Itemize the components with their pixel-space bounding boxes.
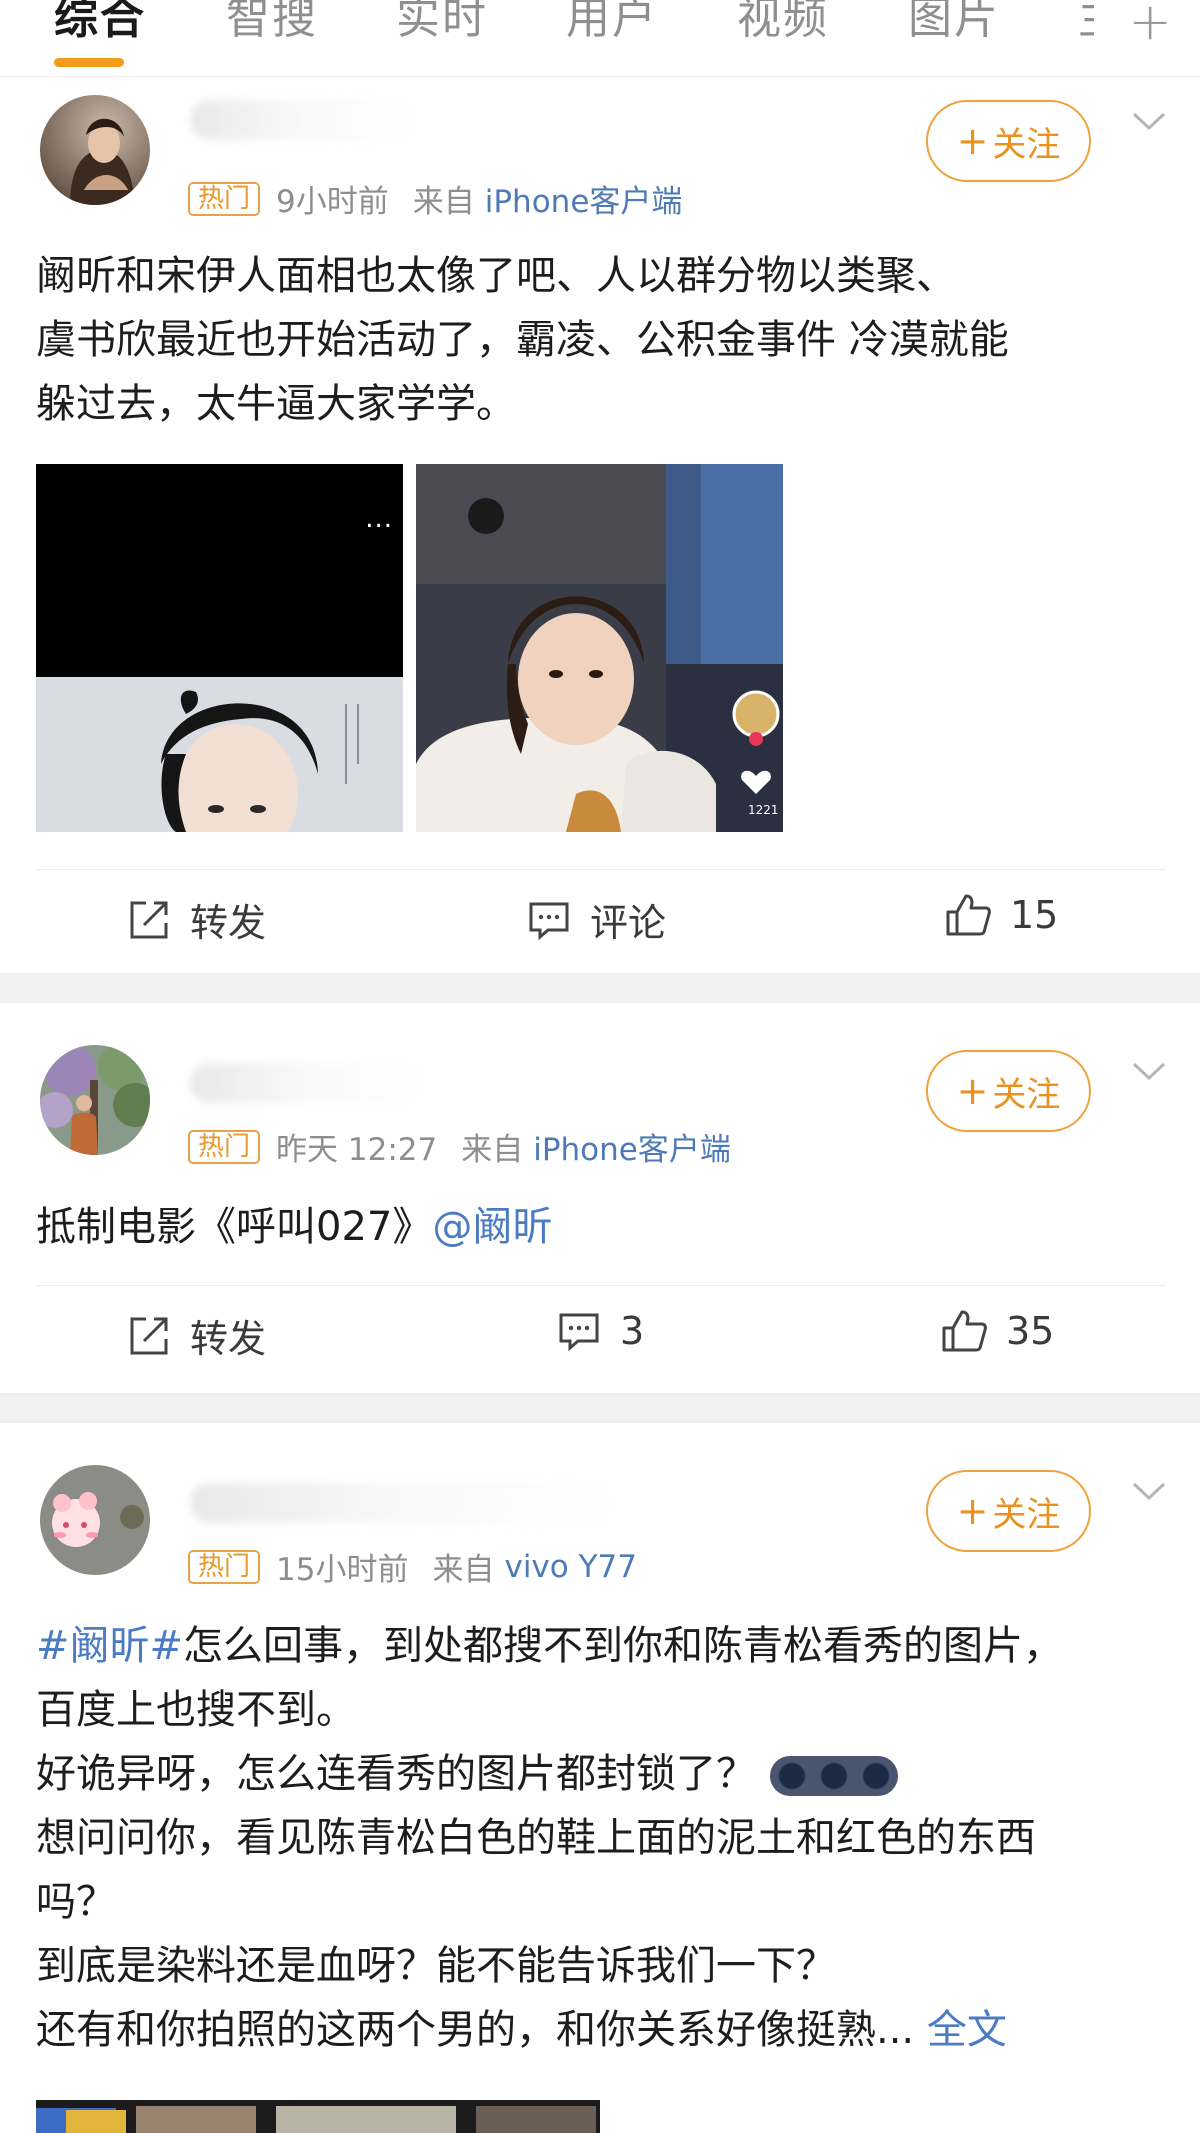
- likes-count-overlay: 1221: [748, 803, 779, 817]
- active-tab-indicator: [54, 58, 124, 67]
- action-bar: 转发 评论 15: [36, 869, 1166, 969]
- hashtag-link[interactable]: #阚昕#: [36, 1623, 183, 1669]
- post-image-2[interactable]: 1221: [416, 464, 783, 832]
- post-meta: 热门 昨天 12:27 来自 iPhone客户端: [188, 1124, 731, 1169]
- chevron-down-icon[interactable]: [1130, 1472, 1168, 1510]
- post-text: 抵制电影《呼叫027》@阚昕: [36, 1204, 553, 1250]
- tab-users[interactable]: 用户: [566, 0, 658, 46]
- like-button[interactable]: 35: [940, 1308, 1054, 1354]
- source-prefix: 来自: [461, 1132, 524, 1168]
- post-source[interactable]: vivo Y77: [504, 1549, 637, 1585]
- avatar[interactable]: [40, 1465, 150, 1575]
- tab-videos[interactable]: 视频: [737, 0, 829, 46]
- search-tab-bar: 综合 智搜 实时 用户 视频 图片 主 +: [0, 0, 1200, 77]
- post-source[interactable]: iPhone客户端: [533, 1124, 731, 1169]
- chevron-down-icon[interactable]: [1130, 1052, 1168, 1090]
- mention-link[interactable]: @阚昕: [432, 1204, 552, 1250]
- post-source[interactable]: iPhone客户端: [485, 176, 683, 221]
- comment-icon: [529, 902, 569, 940]
- post-text: #阚昕#怎么回事，到处都搜不到你和陈青松看秀的图片， 百度上也搜不到。 好诡异呀…: [36, 1623, 1064, 2053]
- chevron-down-icon[interactable]: [1130, 102, 1168, 140]
- post-meta: 热门 9小时前 来自 iPhone客户端: [188, 176, 682, 221]
- tab-smart-search[interactable]: 智搜: [226, 0, 318, 46]
- action-bar: 转发 3 35: [36, 1285, 1166, 1385]
- emoji-blurred: [770, 1756, 898, 1796]
- post-card-3: 热门 15小时前 来自 vivo Y77 + 关注 #阚昕#怎么回事，到处都搜不到…: [0, 1423, 1200, 2133]
- plus-icon: +: [956, 1069, 989, 1113]
- repost-button[interactable]: 转发: [126, 1308, 266, 1363]
- repost-button[interactable]: 转发: [126, 892, 266, 947]
- full-text-link[interactable]: 全文: [927, 2007, 1007, 2053]
- follow-button[interactable]: + 关注: [926, 1470, 1091, 1552]
- hot-badge: 热门: [188, 181, 261, 216]
- tab-realtime[interactable]: 实时: [396, 0, 488, 46]
- thumbs-up-icon: [942, 1310, 987, 1352]
- comment-button[interactable]: 评论: [526, 892, 666, 947]
- avatar[interactable]: [40, 95, 150, 205]
- add-tab-icon[interactable]: +: [1128, 0, 1172, 52]
- post-separator: [0, 1393, 1200, 1423]
- follow-button[interactable]: + 关注: [926, 100, 1091, 182]
- repost-icon: [130, 1317, 168, 1354]
- username-blurred[interactable]: [190, 1483, 610, 1523]
- post-meta: 热门 15小时前 来自 vivo Y77: [188, 1544, 637, 1589]
- source-prefix: 来自: [412, 184, 475, 220]
- post-time: 昨天 12:27: [276, 1132, 438, 1168]
- tab-images[interactable]: 图片: [908, 0, 1000, 46]
- hot-badge: 热门: [188, 1129, 261, 1164]
- repost-icon: [130, 901, 168, 938]
- more-icon: ...: [365, 504, 393, 534]
- username-blurred[interactable]: [190, 100, 410, 140]
- like-button[interactable]: 15: [944, 892, 1058, 938]
- tab-comprehensive[interactable]: 综合: [54, 0, 146, 46]
- source-prefix: 来自: [432, 1552, 495, 1588]
- comment-button[interactable]: 3: [556, 1308, 644, 1354]
- hot-badge: 热门: [188, 1549, 261, 1584]
- follow-button[interactable]: + 关注: [926, 1050, 1091, 1132]
- tab-more[interactable]: 主: [1078, 0, 1094, 46]
- plus-icon: +: [956, 1489, 989, 1533]
- post-text: 阚昕和宋伊人面相也太像了吧、人以群分物以类聚、 虞书欣最近也开始活动了，霸凌、公…: [36, 253, 1009, 427]
- post-separator: [0, 973, 1200, 1003]
- post-image-1[interactable]: ...: [36, 464, 403, 832]
- thumbs-up-icon: [946, 894, 991, 936]
- avatar[interactable]: [40, 1045, 150, 1155]
- username-blurred[interactable]: [190, 1063, 420, 1103]
- plus-icon: +: [956, 119, 989, 163]
- post-card-2: 热门 昨天 12:27 来自 iPhone客户端 + 关注 抵制电影《呼叫027》…: [0, 1003, 1200, 1393]
- post-card-1: 热门 9小时前 来自 iPhone客户端 + 关注 阚昕和宋伊人面相也太像了吧、人…: [0, 78, 1200, 973]
- post-time: 15小时前: [276, 1552, 409, 1588]
- post-time: 9小时前: [276, 184, 389, 220]
- comment-icon: [559, 1313, 599, 1352]
- post-image-1[interactable]: [36, 2100, 600, 2133]
